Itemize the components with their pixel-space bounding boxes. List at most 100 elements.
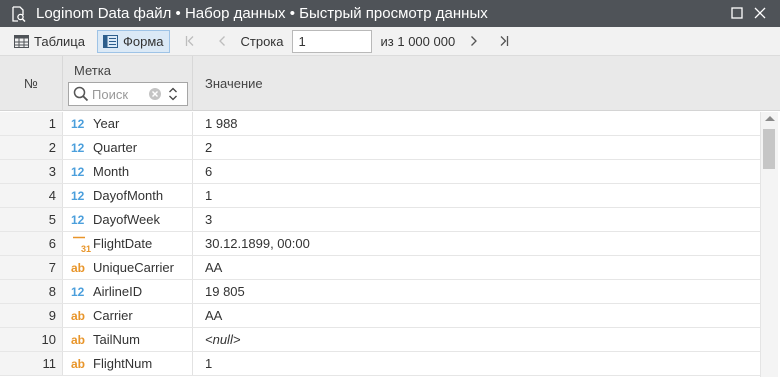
form-icon [102, 34, 118, 48]
string-type-icon: ab [71, 356, 86, 371]
row-number: 11 [0, 352, 63, 375]
table-row[interactable]: 4 12 DayofMonth 1 [0, 184, 760, 208]
row-label: Строка [240, 33, 284, 49]
grid-header: № Метка Значение [0, 56, 780, 111]
number-type-icon: 12 [71, 164, 85, 179]
field-name: Quarter [93, 140, 138, 155]
row-number: 10 [0, 328, 63, 351]
toolbar: Таблица Форма Строка из 1 000 000 [0, 27, 780, 56]
table-row[interactable]: 9 ab Carrier AA [0, 304, 760, 328]
table-row[interactable]: 11 ab FlightNum 1 [0, 352, 760, 376]
document-search-icon [10, 5, 26, 22]
number-type-icon: 12 [71, 284, 85, 299]
data-grid: 1 12 Year 1 988 2 12 Quarter 2 3 12 Month 6 4 12 Dayof… [0, 112, 780, 377]
field-name: TailNum [93, 332, 140, 347]
row-number: 4 [0, 184, 63, 207]
header-label: Метка [74, 63, 111, 78]
close-icon[interactable] [752, 5, 768, 21]
clear-search-icon[interactable] [148, 87, 162, 101]
field-label-cell: ab UniqueCarrier [63, 256, 193, 279]
row-number: 7 [0, 256, 63, 279]
table-icon [14, 34, 29, 48]
row-number: 1 [0, 112, 63, 135]
string-type-icon: ab [71, 260, 86, 275]
field-value: 1 [205, 188, 213, 203]
row-number-input[interactable] [291, 29, 372, 53]
field-name: UniqueCarrier [93, 260, 174, 275]
field-label-cell: ab TailNum [63, 328, 193, 351]
field-name: FlightDate [93, 236, 153, 251]
table-row[interactable]: 6 31 FlightDate 30.12.1899, 00:00 [0, 232, 760, 256]
field-label-cell: 12 DayofMonth [63, 184, 193, 207]
row-number: 3 [0, 160, 63, 183]
search-icon [73, 86, 89, 102]
field-value: <null> [205, 332, 241, 347]
number-type-icon: 12 [71, 116, 85, 131]
table-row[interactable]: 5 12 DayofWeek 3 [0, 208, 760, 232]
table-row[interactable]: 7 ab UniqueCarrier AA [0, 256, 760, 280]
table-row[interactable]: 3 12 Month 6 [0, 160, 760, 184]
sort-updown-icon[interactable] [168, 86, 178, 102]
field-name: AirlineID [93, 284, 143, 299]
field-name: Month [93, 164, 130, 179]
field-label-cell: 12 AirlineID [63, 280, 193, 303]
header-label-column: Метка [63, 56, 193, 111]
number-type-icon: 12 [71, 212, 85, 227]
field-label-cell: ab Carrier [63, 304, 193, 327]
table-view-label: Таблица [34, 33, 85, 49]
field-value: AA [205, 260, 223, 275]
row-number: 6 [0, 232, 63, 255]
field-value: 1 [205, 356, 213, 371]
field-label-cell: 12 DayofWeek [63, 208, 193, 231]
string-type-icon: ab [71, 308, 86, 323]
first-record-icon[interactable] [180, 30, 200, 52]
field-label-cell: 12 Month [63, 160, 193, 183]
field-label-cell: 12 Quarter [63, 136, 193, 159]
window-title: Loginom Data файл • Набор данных • Быстр… [36, 5, 488, 22]
field-value: 6 [205, 164, 213, 179]
field-value: 1 988 [205, 116, 238, 131]
field-label-cell: 12 Year [63, 112, 193, 135]
number-type-icon: 12 [71, 140, 85, 155]
header-number: № [0, 56, 63, 111]
table-row[interactable]: 8 12 AirlineID 19 805 [0, 280, 760, 304]
row-total-count: из 1 000 000 [380, 33, 456, 49]
table-view-button[interactable]: Таблица [8, 30, 91, 53]
vertical-scrollbar[interactable] [760, 112, 778, 377]
row-number: 2 [0, 136, 63, 159]
field-name: DayofMonth [93, 188, 164, 203]
row-number: 9 [0, 304, 63, 327]
previous-record-icon[interactable] [212, 30, 232, 52]
row-number: 5 [0, 208, 63, 231]
table-row[interactable]: 1 12 Year 1 988 [0, 112, 760, 136]
header-value: Значение [205, 76, 263, 91]
scrollbar-thumb[interactable] [763, 129, 775, 169]
field-name: DayofWeek [93, 212, 160, 227]
row-number: 8 [0, 280, 63, 303]
field-value: 19 805 [205, 284, 245, 299]
date-type-badge: 31 [81, 243, 92, 254]
string-type-icon: ab [71, 332, 86, 347]
number-type-icon: 12 [71, 188, 85, 203]
next-record-icon[interactable] [464, 30, 484, 52]
field-label-cell: ab FlightNum [63, 352, 193, 375]
field-value: 2 [205, 140, 213, 155]
window-titlebar: Loginom Data файл • Набор данных • Быстр… [0, 0, 780, 27]
field-label-cell: 31 FlightDate [63, 232, 193, 255]
search-input[interactable] [92, 86, 146, 102]
scroll-up-icon[interactable] [765, 116, 775, 121]
field-name: Year [93, 116, 120, 131]
date-type-icon: 31 [71, 236, 93, 254]
search-box [68, 82, 188, 106]
field-name: Carrier [93, 308, 133, 323]
table-row[interactable]: 2 12 Quarter 2 [0, 136, 760, 160]
maximize-icon[interactable] [729, 5, 745, 21]
form-view-label: Форма [122, 33, 164, 49]
field-value: 30.12.1899, 00:00 [205, 236, 310, 251]
form-view-button[interactable]: Форма [96, 29, 170, 53]
last-record-icon[interactable] [494, 30, 514, 52]
field-name: FlightNum [93, 356, 153, 371]
table-row[interactable]: 10 ab TailNum <null> [0, 328, 760, 352]
field-value: 3 [205, 212, 213, 227]
field-value: AA [205, 308, 223, 323]
